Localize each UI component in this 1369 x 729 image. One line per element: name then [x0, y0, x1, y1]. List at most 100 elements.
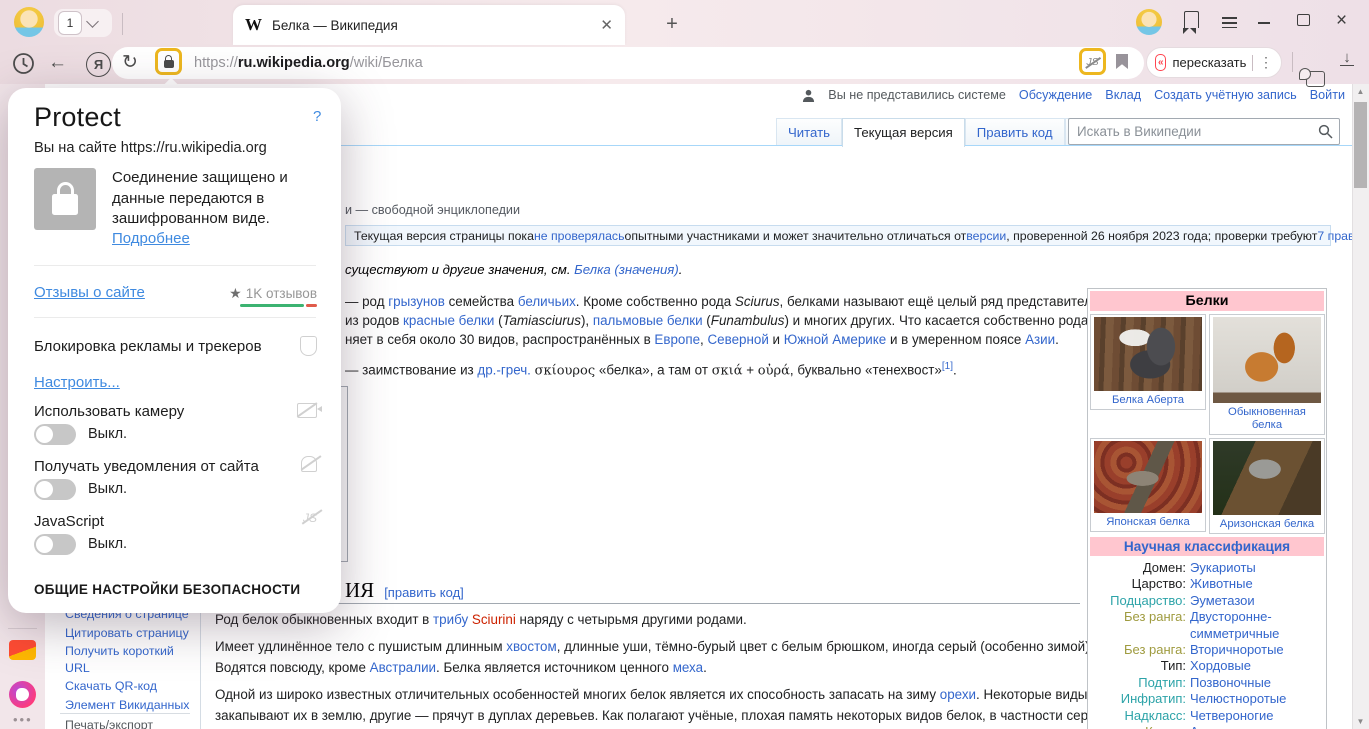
rating-positive [240, 304, 304, 307]
quote-icon: « [1155, 54, 1166, 71]
menu-icon[interactable] [1222, 14, 1237, 31]
section-heading: ИЯ [править код] [345, 578, 464, 603]
retell-label[interactable]: пересказать [1172, 55, 1246, 70]
search-icon[interactable] [1318, 124, 1333, 139]
configure-link[interactable]: Настроить... [34, 374, 120, 391]
javascript-label: JavaScript [34, 513, 104, 530]
photo-caption[interactable]: Белка Аберта [1093, 394, 1203, 407]
rank-label: Без ранга: [1090, 609, 1190, 642]
sidebar-link[interactable]: Получить короткий URL [65, 643, 197, 676]
toggle-knob [36, 481, 53, 498]
scroll-up-arrow[interactable]: ▲ [1352, 87, 1369, 96]
squirrel-photo[interactable] [1094, 317, 1202, 391]
wiki-search-box[interactable] [1068, 118, 1340, 145]
taxon-link[interactable]: Вторичноротые [1190, 642, 1324, 658]
taxon-link[interactable]: Животные [1190, 576, 1324, 592]
divider [1292, 52, 1293, 72]
personal-link[interactable]: Вклад [1105, 88, 1141, 102]
notifications-toggle[interactable] [34, 479, 76, 500]
reviews-badge[interactable]: ★ 1K отзывов [229, 285, 317, 302]
photo-caption[interactable]: Аризонская белка [1212, 518, 1322, 531]
tab-title[interactable]: Белка — Википедия [272, 18, 590, 33]
alice-assistant-icon[interactable] [9, 681, 36, 708]
squirrel-photo[interactable] [1213, 317, 1321, 403]
rank-label: Подцарство: [1090, 593, 1190, 609]
taxobox-title: Белки [1090, 291, 1324, 311]
taxon-link[interactable]: Хордовые [1190, 658, 1324, 674]
personal-bar: Вы не представились системе ОбсуждениеВк… [802, 88, 1345, 102]
photo-caption[interactable]: Обыкновенная белка [1212, 406, 1322, 432]
camera-label: Использовать камеру [34, 403, 184, 420]
yandex-icon[interactable]: Я [86, 52, 111, 77]
javascript-toggle[interactable] [34, 534, 76, 555]
tabs-underline [200, 145, 1352, 146]
retell-button[interactable]: « пересказать ⋮ [1146, 47, 1282, 78]
sidebar-link[interactable]: Элемент Викиданных [65, 697, 197, 714]
extensions-icon[interactable] [1306, 71, 1325, 87]
yandex-mail-icon[interactable] [9, 640, 36, 660]
maximize-button[interactable] [1297, 14, 1310, 26]
squirrel-photo[interactable] [1213, 441, 1321, 515]
rating-bar [240, 304, 317, 307]
view-tab[interactable]: Править код [965, 118, 1065, 146]
squirrel-photo[interactable] [1094, 441, 1202, 513]
personal-link[interactable]: Войти [1310, 88, 1345, 102]
camera-off-icon [297, 403, 317, 418]
photo-caption[interactable]: Японская белка [1093, 516, 1203, 529]
site-reviews-link[interactable]: Отзывы о сайте [34, 284, 145, 301]
chevron-down-icon[interactable] [86, 15, 99, 28]
sidebar-link[interactable]: Скачать QR-код [65, 678, 197, 695]
camera-toggle[interactable] [34, 424, 76, 445]
refresh-icon[interactable]: ↻ [122, 51, 138, 74]
taxobox-image-cell: Белка Аберта [1090, 314, 1206, 410]
taxon-link[interactable]: Позвоночные [1190, 675, 1324, 691]
account-avatar[interactable] [1136, 9, 1162, 35]
strip-more-icon[interactable]: ••• [13, 712, 33, 727]
view-tab[interactable]: Текущая версия [842, 118, 965, 147]
personal-link[interactable]: Обсуждение [1019, 88, 1092, 102]
url-text[interactable]: https://ru.wikipedia.org/wiki/Белка [194, 55, 423, 71]
taxon-link[interactable]: Эуметазои [1190, 593, 1324, 609]
edit-section-link[interactable]: [править код] [384, 585, 464, 600]
taxon-link[interactable]: Двусторонне-симметричные [1190, 609, 1324, 642]
personal-link[interactable]: Создать учётную запись [1154, 88, 1297, 102]
sidebar-link[interactable]: Цитировать страницу [65, 625, 197, 642]
taxon-link[interactable]: Эукариоты [1190, 560, 1324, 576]
rank-label: Тип: [1090, 658, 1190, 674]
js-highlight-box[interactable]: JS [1079, 48, 1106, 75]
more-options-icon[interactable]: ⋮ [1259, 54, 1273, 71]
close-window-button[interactable]: × [1336, 10, 1347, 32]
taxon-link[interactable]: Четвероногие [1190, 708, 1324, 724]
minimize-button[interactable] [1258, 22, 1270, 24]
history-icon[interactable] [11, 51, 36, 76]
taxobox-image-cell: Японская белка [1090, 438, 1206, 532]
download-icon[interactable]: ↓ [1340, 51, 1354, 66]
profile-avatar[interactable] [14, 7, 44, 37]
lock-highlight-box[interactable] [155, 48, 182, 75]
tab-counter[interactable]: 1 [54, 9, 112, 37]
paragraph-line: Водятся повсюду, кроме Австралии. Белка … [215, 660, 707, 675]
lock-icon[interactable] [164, 60, 174, 68]
taxon-link[interactable]: Амниоты [1190, 724, 1324, 729]
taxonomy-row: Подцарство: Эуметазои [1090, 593, 1324, 609]
classification-header[interactable]: Научная классификация [1090, 537, 1324, 556]
adblock-label: Блокировка рекламы и трекеров [34, 338, 262, 355]
browser-tab[interactable]: W Белка — Википедия ✕ [233, 5, 625, 45]
help-link[interactable]: ? [313, 108, 321, 125]
bookmarks-panel-icon[interactable] [1184, 11, 1199, 28]
new-tab-button[interactable]: + [658, 10, 686, 38]
lock-icon [52, 194, 78, 215]
sidebar-section-print[interactable]: Печать/экспорт [65, 718, 153, 729]
back-icon[interactable]: ← [48, 52, 67, 74]
security-settings-link[interactable]: ОБЩИЕ НАСТРОЙКИ БЕЗОПАСНОСТИ [34, 582, 300, 597]
taxon-link[interactable]: Челюстноротые [1190, 691, 1324, 707]
scroll-down-arrow[interactable]: ▼ [1352, 717, 1369, 726]
star-icon: ★ [229, 285, 242, 302]
javascript-disabled-icon[interactable]: JS [1086, 56, 1098, 68]
scrollbar-thumb[interactable] [1354, 102, 1367, 188]
view-tab[interactable]: Читать [776, 118, 842, 146]
tab-count-badge[interactable]: 1 [58, 11, 82, 35]
wiki-search-input[interactable] [1075, 123, 1318, 140]
tab-close-icon[interactable]: ✕ [600, 16, 613, 34]
details-link[interactable]: Подробнее [112, 230, 190, 247]
